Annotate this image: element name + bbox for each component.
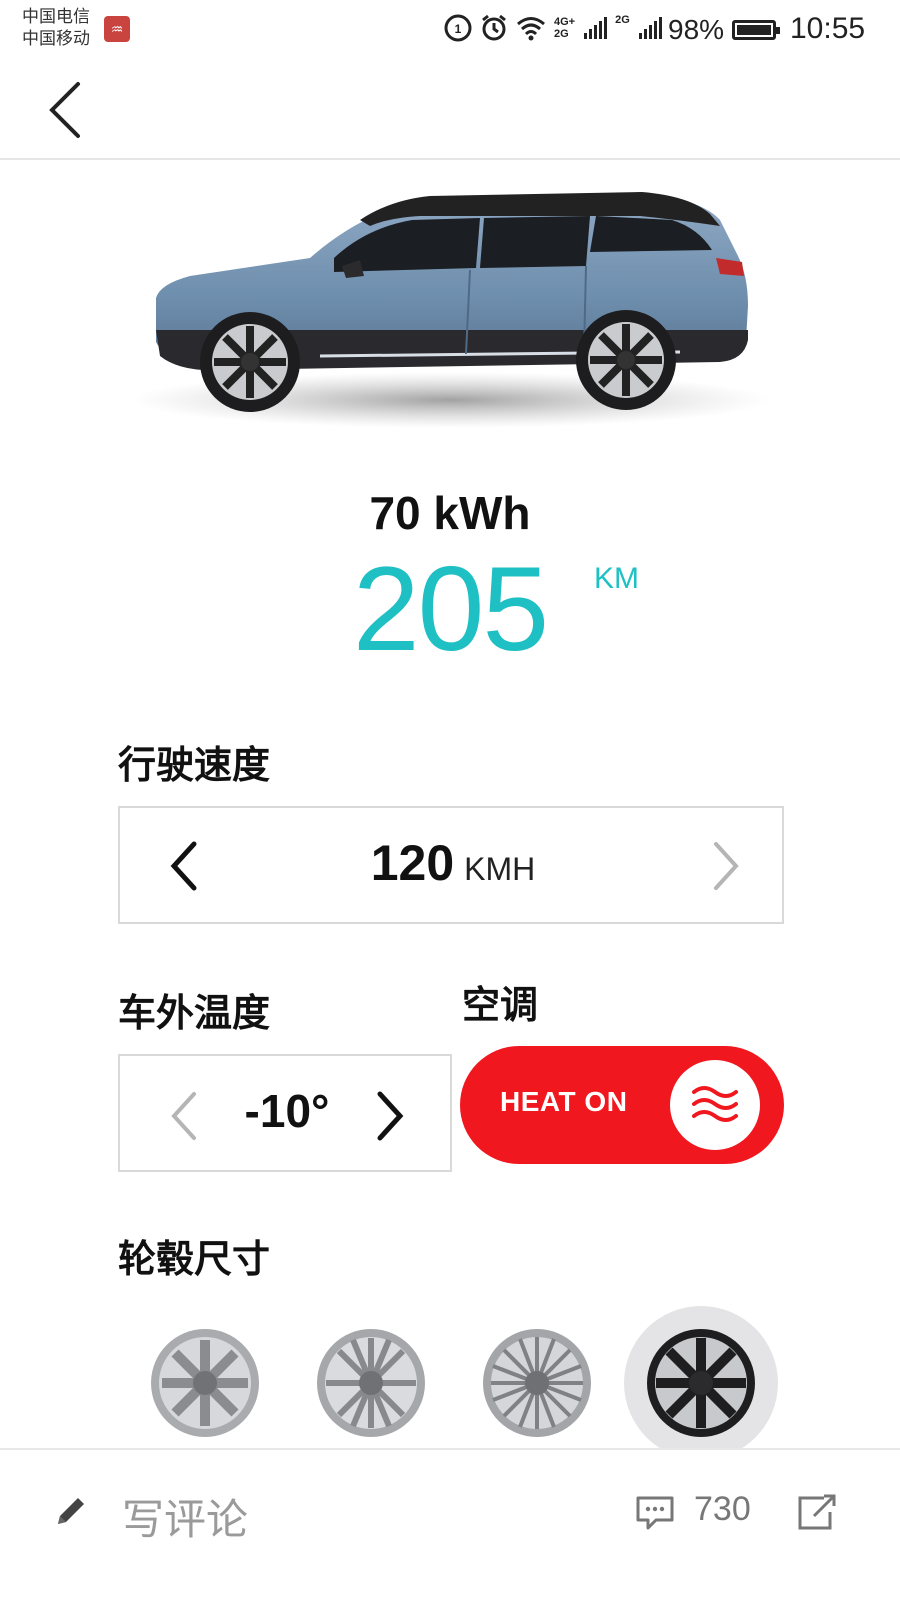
heat-waves-icon: [692, 1086, 738, 1122]
pencil-icon: [52, 1492, 90, 1530]
temperature-increase-button[interactable]: [370, 1088, 410, 1144]
status-bar: 中国电信 中国移动 ♒ 1 4G+ 2G 2G 98% 10:55: [0, 0, 900, 60]
chevron-left-icon: [49, 82, 80, 138]
hd-icon: 1: [444, 14, 472, 42]
speed-selector: 120 KMH: [118, 806, 784, 924]
climate-label: 空调: [462, 985, 539, 1027]
share-icon[interactable]: [794, 1490, 840, 1534]
network-label-2g: 2G: [554, 28, 569, 40]
range-unit: KM: [594, 562, 639, 595]
speed-unit: KMH: [464, 851, 536, 887]
battery-capacity: 70 kWh: [369, 487, 531, 539]
network-type: 4G+ 2G: [554, 16, 575, 40]
battery-icon: [732, 20, 780, 40]
carrier-1: 中国电信: [22, 7, 90, 26]
car-image: [120, 180, 780, 450]
chevron-right-icon: [714, 842, 739, 890]
wheel-option-4-selected[interactable]: [624, 1306, 778, 1460]
clock: 10:55: [790, 12, 866, 45]
carrier-2: 中国移动: [22, 29, 90, 48]
wifi-icon: [517, 17, 545, 41]
huawei-store-icon: ♒: [104, 16, 130, 42]
temperature-selector: -10°: [118, 1054, 452, 1172]
speed-value: 120: [370, 835, 455, 891]
svg-text:1: 1: [455, 22, 462, 36]
chevron-right-icon: [377, 1091, 404, 1141]
network-label-2g-sim2: 2G: [615, 14, 630, 26]
comment-icon[interactable]: [634, 1492, 676, 1534]
wheel-rim-icon: [317, 1329, 425, 1437]
wheel-rim-icon: [647, 1329, 755, 1437]
header-divider: [0, 158, 900, 160]
wheel-rim-icon: [151, 1329, 259, 1437]
signal-icon-2: [638, 17, 662, 39]
temperature-label: 车外温度: [118, 993, 271, 1035]
comment-bar: 写评论 730: [0, 1450, 900, 1600]
comment-input[interactable]: 写评论: [122, 1486, 248, 1547]
speed-label: 行驶速度: [118, 745, 271, 787]
heat-icon-circle: [670, 1060, 760, 1150]
system-icons: 1 4G+ 2G 2G: [444, 14, 662, 42]
speed-increase-button[interactable]: [706, 838, 746, 894]
network-label-4g: 4G+: [554, 16, 576, 28]
back-button[interactable]: [44, 80, 88, 140]
wheel-option-3[interactable]: [472, 1318, 602, 1448]
alarm-icon: [482, 14, 506, 41]
wheel-option-1[interactable]: [140, 1318, 270, 1448]
heat-on-label: HEAT ON: [500, 1086, 628, 1117]
wheel-option-2[interactable]: [306, 1318, 436, 1448]
carrier-labels: 中国电信 中国移动: [22, 6, 90, 50]
wheel-rim-icon: [483, 1329, 591, 1437]
speed-value-display: 120 KMH: [120, 834, 786, 892]
wheel-size-label: 轮毂尺寸: [118, 1239, 271, 1281]
range-value: 205: [352, 542, 549, 676]
signal-icon: [584, 17, 608, 39]
heat-on-button[interactable]: HEAT ON: [460, 1046, 784, 1164]
comment-count: 730: [694, 1490, 751, 1528]
battery-percent: 98%: [668, 14, 725, 45]
